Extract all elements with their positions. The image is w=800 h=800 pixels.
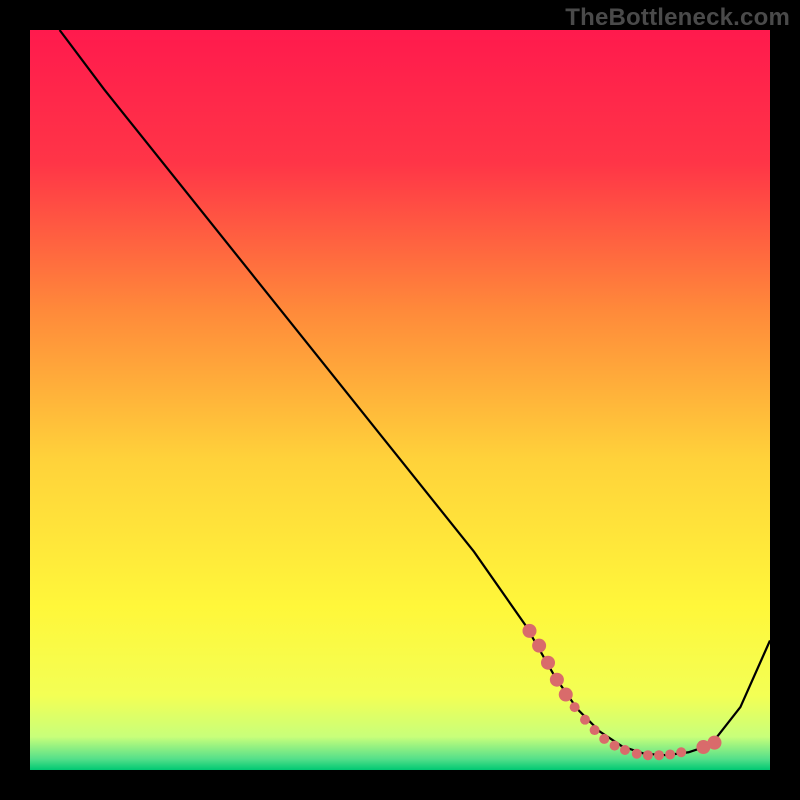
marker-dot <box>610 741 620 751</box>
chart-stage: TheBottleneck.com <box>0 0 800 800</box>
marker-dot <box>550 673 564 687</box>
marker-dot <box>665 749 675 759</box>
watermark-text: TheBottleneck.com <box>565 4 790 32</box>
marker-dot <box>654 750 664 760</box>
marker-dot <box>523 624 537 638</box>
marker-dot <box>643 750 653 760</box>
chart-svg <box>0 0 800 800</box>
gradient-background <box>30 30 770 770</box>
marker-dot <box>541 656 555 670</box>
marker-dot <box>676 747 686 757</box>
marker-dot <box>590 725 600 735</box>
marker-dot <box>620 745 630 755</box>
marker-dot <box>708 736 722 750</box>
marker-dot <box>532 639 546 653</box>
marker-dot <box>599 734 609 744</box>
marker-dot <box>580 715 590 725</box>
marker-dot <box>570 702 580 712</box>
marker-dot <box>632 749 642 759</box>
marker-dot <box>559 688 573 702</box>
